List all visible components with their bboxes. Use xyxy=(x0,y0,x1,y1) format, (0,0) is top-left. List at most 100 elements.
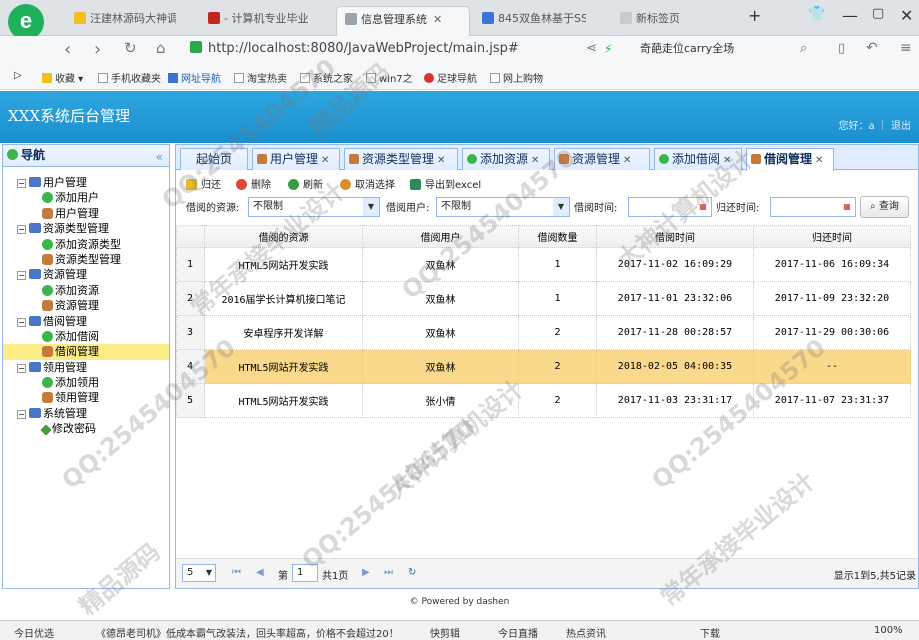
cancel-select-button[interactable]: 取消选择 xyxy=(340,176,395,191)
close-window-icon[interactable]: ✕ xyxy=(900,6,913,25)
last-page-icon[interactable]: ⏭ xyxy=(384,567,393,578)
table-row[interactable]: 3 安卓程序开发详解 双鱼林 2 2017-11-28 00:28:57 201… xyxy=(176,315,911,350)
tab-resource-type-manage[interactable]: 资源类型管理 ✕ xyxy=(344,148,458,170)
nav-group-resource-type[interactable]: − 资源类型管理 xyxy=(3,221,169,236)
delete-button[interactable]: 删除 xyxy=(236,176,271,191)
bookmark-item[interactable]: 收藏 ▾ xyxy=(42,70,83,85)
tab-user-manage[interactable]: 用户管理 ✕ xyxy=(252,148,340,170)
calendar-icon[interactable]: ▦ xyxy=(839,198,855,216)
bookmark-item[interactable]: 淘宝热卖 xyxy=(234,70,287,85)
collapse-toggle-icon[interactable]: − xyxy=(17,225,26,235)
return-time-input[interactable]: ▦ xyxy=(770,197,856,217)
collapse-toggle-icon[interactable]: − xyxy=(17,271,26,281)
minimize-icon[interactable]: — xyxy=(842,6,858,25)
sidebar-toggle-icon[interactable]: ▷ xyxy=(14,70,22,81)
close-tab-icon[interactable]: ✕ xyxy=(433,13,442,26)
nav-item-borrow-manage[interactable]: 借阅管理 xyxy=(3,344,169,360)
undo-icon[interactable]: ↶ xyxy=(866,40,878,56)
bookmark-item[interactable]: 网址导航 xyxy=(168,70,221,85)
collapse-toggle-icon[interactable]: − xyxy=(17,363,26,373)
resource-select[interactable]: 不限制 ▼ xyxy=(248,197,380,217)
menu-icon[interactable]: ≡ xyxy=(900,40,912,56)
tab-resource-manage[interactable]: 资源管理 ✕ xyxy=(554,148,650,170)
browser-tab[interactable]: 汪建林源码大神调 xyxy=(66,6,176,36)
user-select[interactable]: 不限制 ▼ xyxy=(436,197,570,217)
column-header[interactable]: 借阅时间 xyxy=(596,225,754,248)
search-icon[interactable]: ⌕ xyxy=(800,41,807,56)
tab-borrow-manage[interactable]: 借阅管理 ✕ xyxy=(746,148,834,171)
table-row[interactable]: 2 2016届学长计算机接口笔记 双鱼林 1 2017-11-01 23:32:… xyxy=(176,281,911,316)
url-input[interactable]: http://localhost:8080/JavaWebProject/mai… xyxy=(190,38,570,60)
borrow-time-input[interactable]: ▦ xyxy=(628,197,712,217)
query-button[interactable]: ⌕ 查询 xyxy=(860,196,909,218)
shirt-icon[interactable]: 👕 xyxy=(808,6,825,22)
table-row-selected[interactable]: 4 HTML5网站开发实践 双鱼林 2 2018-02-05 04:00:35 … xyxy=(176,349,911,384)
next-page-icon[interactable]: ▶ xyxy=(362,567,370,578)
nav-item-add-borrow[interactable]: 添加借阅 xyxy=(3,329,169,344)
chevron-down-icon[interactable]: ▼ xyxy=(203,565,215,581)
chevron-down-icon[interactable]: ▼ xyxy=(363,198,379,216)
column-header[interactable]: 借阅用户 xyxy=(362,225,519,248)
status-item[interactable]: 今日优选 xyxy=(14,625,54,640)
status-news[interactable]: 《德昂老司机》低成本霸气改装法，回头率超高，价格不会超过20！ xyxy=(96,625,399,640)
tab-add-borrow[interactable]: 添加借阅 ✕ xyxy=(654,148,742,170)
nav-item-add-resource-type[interactable]: 添加资源类型 xyxy=(3,237,169,252)
browser-tab-active[interactable]: 信息管理系统 ✕ xyxy=(336,6,470,36)
phone-icon[interactable]: ▯ xyxy=(838,41,845,56)
calendar-icon[interactable]: ▦ xyxy=(695,198,711,216)
browser-tab[interactable]: 845双鱼林基于SSM xyxy=(474,6,586,36)
browser-logo-icon[interactable]: e xyxy=(8,4,44,40)
close-icon[interactable]: ✕ xyxy=(815,155,823,166)
lightning-icon[interactable]: ⚡ xyxy=(604,42,612,56)
refresh-icon[interactable]: ↻ xyxy=(408,567,416,578)
close-icon[interactable]: ✕ xyxy=(531,155,539,166)
browser-tab[interactable]: - 计算机专业毕业 xyxy=(200,6,330,36)
close-icon[interactable]: ✕ xyxy=(321,155,329,166)
browser-tab[interactable]: 新标签页 xyxy=(612,6,732,36)
bookmark-item[interactable]: win7之 xyxy=(366,70,413,85)
page-size-select[interactable]: 5 ▼ xyxy=(182,564,216,582)
nav-group-receive[interactable]: − 领用管理 xyxy=(3,360,169,375)
nav-group-resource[interactable]: − 资源管理 xyxy=(3,267,169,282)
column-header[interactable]: 借阅的资源 xyxy=(204,225,363,248)
collapse-toggle-icon[interactable]: − xyxy=(17,317,26,327)
close-icon[interactable]: ✕ xyxy=(437,155,445,166)
bookmark-item[interactable]: 手机收藏夹 xyxy=(98,70,161,85)
table-row[interactable]: 5 HTML5网站开发实践 张小倩 2 2017-11-03 23:31:17 … xyxy=(176,383,911,418)
maximize-icon[interactable]: ▢ xyxy=(872,6,884,21)
nav-item-add-receive[interactable]: 添加领用 xyxy=(3,375,169,390)
reload-icon[interactable]: ↻ xyxy=(124,39,137,57)
bookmark-item[interactable]: 系统之家 xyxy=(300,70,353,85)
forward-icon[interactable]: › xyxy=(94,39,101,60)
bookmark-item[interactable]: 网上购物 xyxy=(490,70,543,85)
zoom-level[interactable]: 100% xyxy=(874,625,903,636)
nav-item-user-manage[interactable]: 用户管理 xyxy=(3,206,169,221)
collapse-icon[interactable]: « xyxy=(156,147,163,168)
nav-item-resource-manage[interactable]: 资源管理 xyxy=(3,298,169,313)
bookmark-item[interactable]: 足球导航 xyxy=(424,70,477,85)
status-item[interactable]: 下载 xyxy=(700,625,720,640)
nav-item-resource-type-manage[interactable]: 资源类型管理 xyxy=(3,252,169,267)
tab-add-resource[interactable]: 添加资源 ✕ xyxy=(462,148,550,170)
user-greeting[interactable]: 您好：a ｜ 退出 xyxy=(839,117,912,132)
nav-group-borrow[interactable]: − 借阅管理 xyxy=(3,314,169,329)
column-header[interactable]: 借阅数量 xyxy=(518,225,597,248)
nav-item-add-resource[interactable]: 添加资源 xyxy=(3,283,169,298)
prev-page-icon[interactable]: ◀ xyxy=(256,567,264,578)
refresh-button[interactable]: 刷新 xyxy=(288,176,323,191)
page-number-input[interactable]: 1 xyxy=(292,564,318,582)
nav-group-system[interactable]: − 系统管理 xyxy=(3,406,169,421)
collapse-toggle-icon[interactable]: − xyxy=(17,409,26,419)
status-item[interactable]: 热点资讯 xyxy=(566,625,606,640)
return-button[interactable]: 归还 xyxy=(186,176,221,191)
chevron-down-icon[interactable]: ▼ xyxy=(553,198,569,216)
first-page-icon[interactable]: ⏮ xyxy=(232,567,241,578)
export-excel-button[interactable]: 导出到excel xyxy=(410,176,481,191)
new-tab-button[interactable]: + xyxy=(748,6,761,25)
tab-home[interactable]: 起始页 xyxy=(180,148,248,170)
nav-group-user[interactable]: − 用户管理 xyxy=(3,175,169,190)
nav-item-receive-manage[interactable]: 领用管理 xyxy=(3,390,169,405)
nav-item-change-password[interactable]: 修改密码 xyxy=(3,421,169,436)
table-row[interactable]: 1 HTML5网站开发实践 双鱼林 1 2017-11-02 16:09:29 … xyxy=(176,247,911,282)
status-item[interactable]: 今日直播 xyxy=(498,625,538,640)
